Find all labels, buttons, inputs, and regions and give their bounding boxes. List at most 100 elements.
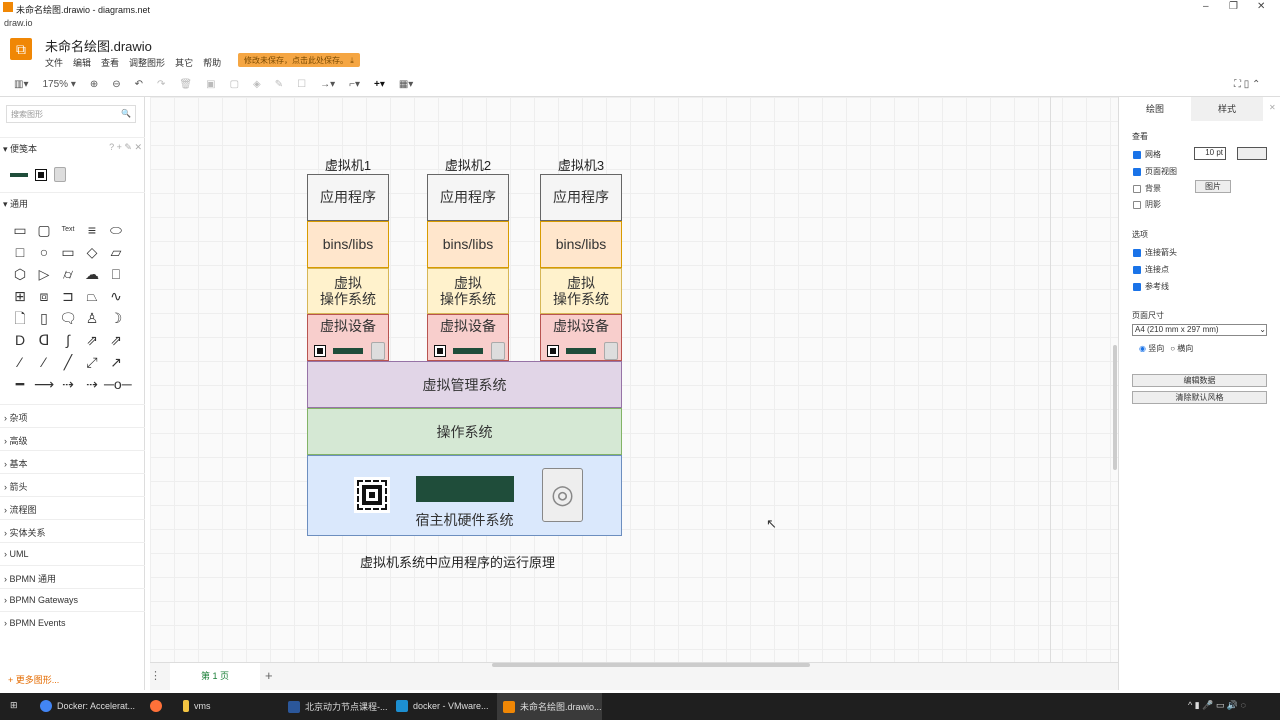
pages-menu-icon[interactable]: ⋮ (150, 669, 161, 682)
menu-help[interactable]: 帮助 (203, 56, 221, 69)
maximize-button[interactable]: ❐ (1229, 1, 1238, 12)
hypervisor-layer[interactable]: 虚拟管理系统 (307, 361, 622, 408)
vm1-libs-layer[interactable]: bins/libs (307, 221, 389, 268)
shadow-icon[interactable]: ☐ (297, 79, 306, 90)
page-view-checkbox[interactable]: 页面视图 (1133, 166, 1177, 177)
format-panel-toggle-icon[interactable]: ▥▾ (14, 79, 28, 90)
bidirectional-arrow-shape[interactable]: ⇗ (80, 329, 104, 351)
diagram-caption[interactable]: 虚拟机系统中应用程序的运行原理 (360, 552, 555, 571)
card-shape[interactable]: ▯ (32, 307, 56, 329)
clear-default-style-button[interactable]: 清除默认风格 (1132, 391, 1267, 404)
horizontal-scrollbar[interactable] (492, 663, 810, 667)
taskbar-item-drawio[interactable]: 未命名绘图.drawio... (503, 700, 602, 713)
zoom-out-icon[interactable]: ⊖ (112, 79, 120, 90)
category-arrows[interactable]: › 箭头 (0, 473, 145, 496)
and-shape[interactable]: D (8, 329, 32, 351)
to-back-icon[interactable]: ▢ (230, 79, 239, 90)
square-shape[interactable]: □ (8, 241, 32, 263)
or-shape[interactable]: ☽ (104, 307, 128, 329)
vm3-guest-os-layer[interactable]: 虚拟 操作系统 (540, 268, 622, 314)
landscape-radio[interactable]: ○ 横向 (1170, 343, 1193, 354)
arrow-shape[interactable]: ⇗ (104, 329, 128, 351)
category-basic[interactable]: › 基本 (0, 450, 145, 473)
more-shapes-link[interactable]: + 更多图形... (8, 673, 59, 686)
document-title[interactable]: 未命名绘图.drawio (45, 36, 152, 55)
unsaved-changes-button[interactable]: 修改未保存，点击此处保存。 ⤓ (238, 53, 360, 67)
vm1-guest-os-layer[interactable]: 虚拟 操作系统 (307, 268, 389, 314)
category-bpmn-general[interactable]: › BPMN 通用 (0, 565, 145, 588)
dotted-arrow-shape[interactable]: ⇢ (80, 373, 104, 395)
dashed-arrow-shape[interactable]: ⇢ (56, 373, 80, 395)
vm1-label[interactable]: 虚拟机1 (307, 155, 389, 174)
image-button[interactable]: 图片 (1195, 180, 1231, 193)
vm3-libs-layer[interactable]: bins/libs (540, 221, 622, 268)
taskbar-item-word[interactable]: 北京动力节点课程-... (288, 700, 388, 713)
ram-icon[interactable] (10, 172, 28, 177)
trapezoid-shape[interactable]: ⏢ (80, 285, 104, 307)
connection-arrows-checkbox[interactable]: 连接箭头 (1133, 247, 1177, 258)
category-uml[interactable]: › UML (0, 542, 145, 565)
taskbar-item-firefox[interactable] (150, 700, 162, 712)
edit-data-button[interactable]: 编辑数据 (1132, 374, 1267, 387)
connection-icon[interactable]: →▾ (320, 79, 335, 90)
vm3-app-layer[interactable]: 应用程序 (540, 174, 622, 221)
vm2-app-layer[interactable]: 应用程序 (427, 174, 509, 221)
menu-extras[interactable]: 其它 (175, 56, 193, 69)
hdd-icon[interactable]: ◎ (542, 468, 583, 522)
category-bpmn-gateways[interactable]: › BPMN Gateways (0, 588, 145, 611)
note-shape[interactable]: 🗋 (8, 307, 32, 329)
category-er[interactable]: › 实体关系 (0, 519, 145, 542)
zoom-select[interactable]: 175% ▾ (42, 79, 75, 90)
close-button[interactable]: ✕ (1257, 1, 1265, 12)
actor-shape[interactable]: ♙ (80, 307, 104, 329)
vm2-guest-os-layer[interactable]: 虚拟 操作系统 (427, 268, 509, 314)
waypoints-icon[interactable]: ⌐▾ (349, 79, 360, 90)
bidirectional-connector-shape[interactable]: ⤢ (80, 351, 104, 373)
guides-checkbox[interactable]: 参考线 (1133, 281, 1169, 292)
category-misc[interactable]: › 杂项 (0, 404, 145, 427)
vm1-app-layer[interactable]: 应用程序 (307, 174, 389, 221)
page-tab-1[interactable]: 第 1 页 (170, 663, 260, 690)
shadow-checkbox[interactable]: 阴影 (1133, 199, 1161, 210)
taskbar-item-vmware[interactable]: docker - VMware... (396, 700, 489, 712)
grid-size-input[interactable]: 10 pt (1194, 147, 1226, 160)
tab-style[interactable]: 样式 (1191, 97, 1263, 121)
callout-shape[interactable]: 🗨 (56, 307, 80, 329)
data-storage-shape[interactable]: ᗡ (32, 329, 56, 351)
category-advanced[interactable]: › 高级 (0, 427, 145, 450)
dotted-line-shape[interactable]: ⁄ (32, 351, 56, 373)
portrait-radio[interactable]: ◉ 竖向 (1139, 343, 1164, 354)
undo-icon[interactable]: ↶ (135, 79, 143, 90)
scratchpad-tools-icon[interactable]: ? + ✎ ✕ (109, 142, 142, 153)
hexagon-shape[interactable]: ⬡ (8, 263, 32, 285)
parallelogram-shape[interactable]: ▱ (104, 241, 128, 263)
cube-shape[interactable]: ⧈ (32, 285, 56, 307)
add-page-icon[interactable]: + (265, 668, 273, 683)
connection-points-checkbox[interactable]: 连接点 (1133, 264, 1169, 275)
system-tray[interactable]: ^ ▮ 🎤 ▭ 🔊 ◌ (1188, 700, 1246, 711)
step-shape[interactable]: ⊐ (56, 285, 80, 307)
directional-connector-shape[interactable]: ↗ (104, 351, 128, 373)
ellipse-shape[interactable]: ⬭ (104, 219, 128, 241)
circle-shape[interactable]: ○ (32, 241, 56, 263)
rectangle-shape[interactable]: ▭ (8, 219, 32, 241)
host-os-layer[interactable]: 操作系统 (307, 408, 622, 455)
close-panel-icon[interactable]: ✕ (1269, 103, 1276, 112)
general-header[interactable]: ▾ 通用 (0, 192, 145, 212)
vm3-label[interactable]: 虚拟机3 (540, 155, 622, 174)
diagram-canvas[interactable] (150, 97, 1118, 662)
zoom-in-icon[interactable]: ⊕ (90, 79, 98, 90)
background-checkbox[interactable]: 背景 (1133, 183, 1161, 194)
tab-diagram[interactable]: 绘图 (1119, 97, 1191, 121)
internal-storage-shape[interactable]: ⊞ (8, 285, 32, 307)
process-shape[interactable]: ▭ (56, 241, 80, 263)
connector-arrow-shape[interactable]: ⟶ (32, 373, 56, 395)
start-button[interactable]: ⊞ (10, 700, 18, 711)
triangle-shape[interactable]: ▷ (32, 263, 56, 285)
scratchpad-header[interactable]: ▾ 便笺本? + ✎ ✕ (0, 137, 145, 157)
vm2-libs-layer[interactable]: bins/libs (427, 221, 509, 268)
menu-view[interactable]: 查看 (101, 56, 119, 69)
table-icon[interactable]: ▦▾ (399, 79, 413, 90)
tape-shape[interactable]: ∿ (104, 285, 128, 307)
hdd-icon[interactable] (54, 167, 66, 182)
